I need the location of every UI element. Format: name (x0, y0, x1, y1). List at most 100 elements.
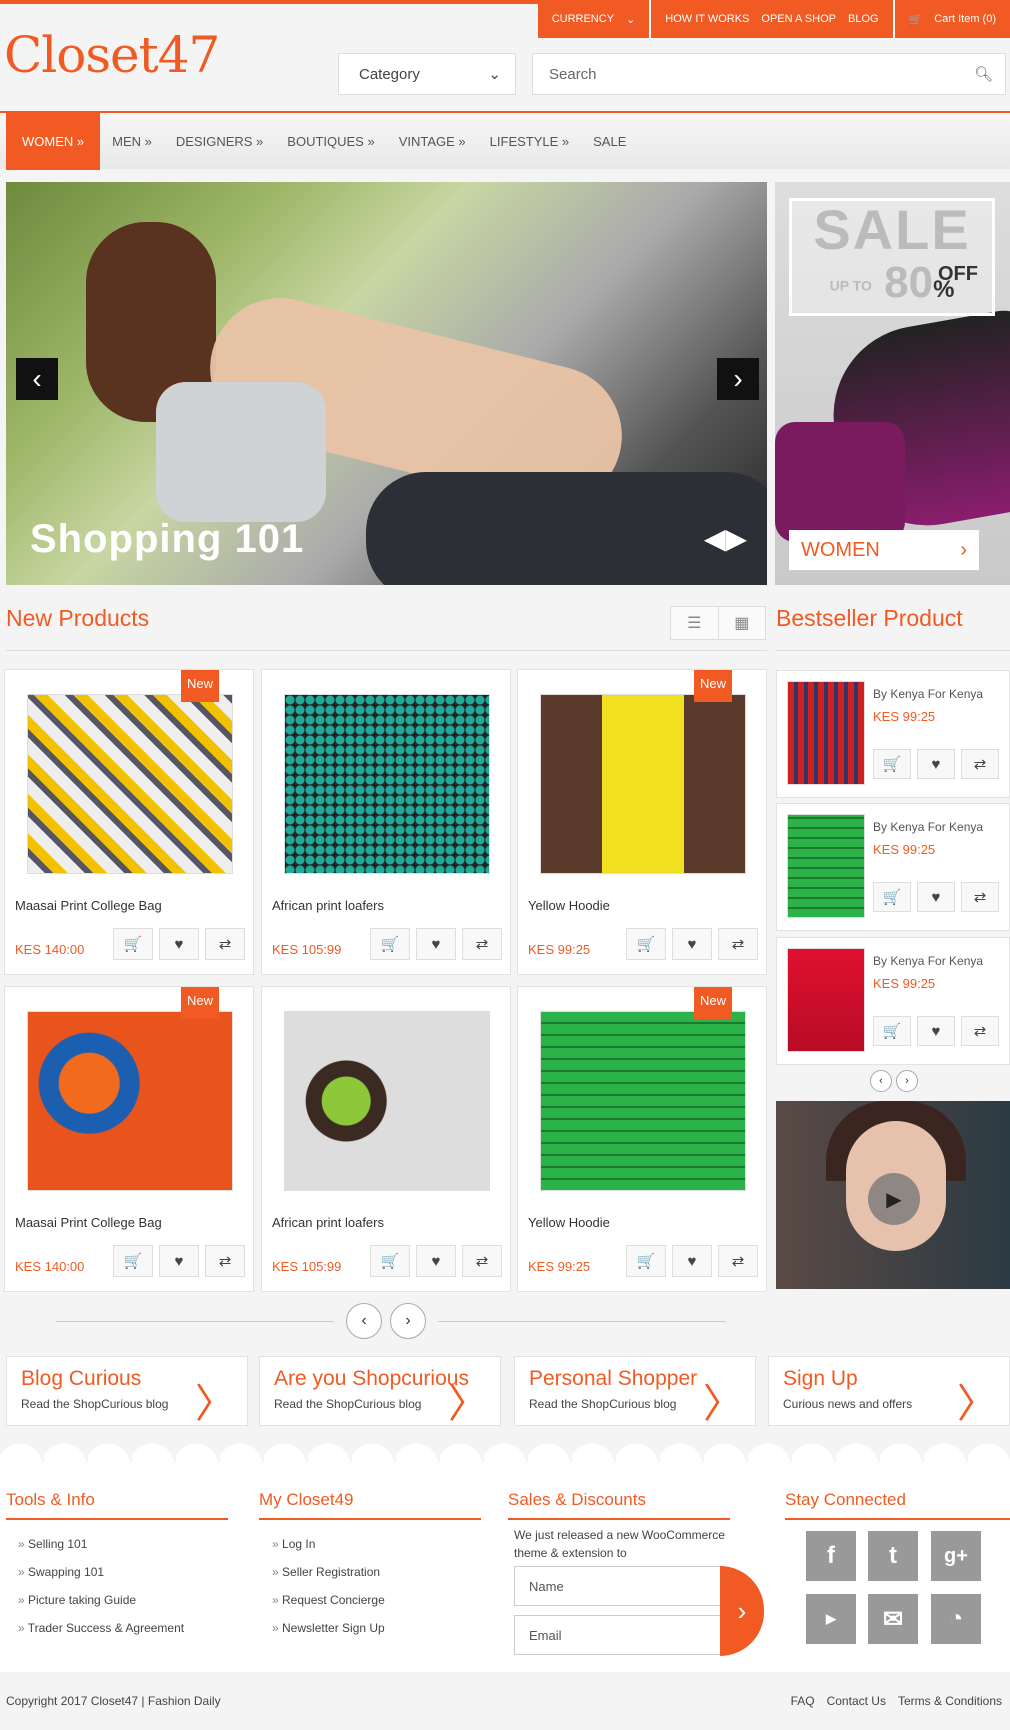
wishlist-heart-icon[interactable]: ♥ (917, 1016, 955, 1046)
footer-link[interactable]: Trader Success & Agreement (18, 1621, 184, 1649)
product-card[interactable]: African print loafers KES 105:99 🛒 ♥ ⇄ (261, 986, 511, 1292)
nav-item-vintage[interactable]: VINTAGE » (387, 112, 478, 170)
compare-icon[interactable]: ⇄ (718, 928, 758, 960)
footer-link[interactable]: Request Concierge (272, 1593, 385, 1621)
footer-link[interactable]: Picture taking Guide (18, 1593, 184, 1621)
compare-icon[interactable]: ⇄ (718, 1245, 758, 1277)
product-image[interactable] (540, 694, 746, 874)
product-name[interactable]: Yellow Hoodie (528, 1215, 610, 1230)
add-to-cart-icon[interactable]: 🛒 (113, 928, 153, 960)
logo[interactable]: Closet47 (4, 26, 220, 84)
slider-arrows-icon[interactable]: ◀▶ (704, 522, 747, 555)
wishlist-heart-icon[interactable]: ♥ (416, 928, 456, 960)
compare-icon[interactable]: ⇄ (961, 882, 999, 912)
add-to-cart-icon[interactable]: 🛒 (873, 882, 911, 912)
promo-blog-curious[interactable]: Blog Curious Read the ShopCurious blog 〉 (6, 1356, 248, 1427)
product-card[interactable]: New Yellow Hoodie KES 99:25 🛒 ♥ ⇄ (517, 669, 767, 975)
name-field[interactable]: Name (514, 1566, 724, 1606)
video-banner[interactable]: ▶ (776, 1101, 1010, 1289)
wishlist-heart-icon[interactable]: ♥ (917, 749, 955, 779)
add-to-cart-icon[interactable]: 🛒 (873, 749, 911, 779)
wishlist-heart-icon[interactable]: ♥ (159, 1245, 199, 1277)
bestseller-vendor[interactable]: By Kenya For Kenya (873, 954, 983, 968)
product-image[interactable] (540, 1011, 746, 1191)
product-card[interactable]: New Maasai Print College Bag KES 140:00 … (4, 986, 254, 1292)
bestseller-image[interactable] (787, 814, 865, 918)
compare-icon[interactable]: ⇄ (462, 1245, 502, 1277)
product-name[interactable]: African print loafers (272, 898, 384, 913)
product-name[interactable]: Yellow Hoodie (528, 898, 610, 913)
footer-link[interactable]: Swapping 101 (18, 1565, 184, 1593)
promo-shopcurious[interactable]: Are you Shopcurious Read the ShopCurious… (259, 1356, 501, 1427)
terms-link[interactable]: Terms & Conditions (898, 1694, 1002, 1708)
product-image[interactable] (27, 694, 233, 874)
grid-view-icon[interactable]: ▦ (717, 607, 766, 639)
wishlist-heart-icon[interactable]: ♥ (917, 882, 955, 912)
bestseller-image[interactable] (787, 948, 865, 1052)
nav-item-lifestyle[interactable]: LIFESTYLE » (478, 112, 581, 170)
compare-icon[interactable]: ⇄ (205, 1245, 245, 1277)
faq-link[interactable]: FAQ (791, 1694, 815, 1708)
cart-button[interactable]: 🛒 Cart Item (0) (892, 0, 1010, 38)
product-card[interactable]: New Yellow Hoodie KES 99:25 🛒 ♥ ⇄ (517, 986, 767, 1292)
nav-item-women[interactable]: WOMEN » (6, 112, 101, 170)
add-to-cart-icon[interactable]: 🛒 (370, 1245, 410, 1277)
promo-sign-up[interactable]: Sign Up Curious news and offers 〉 (768, 1356, 1010, 1427)
nav-item-designers[interactable]: DESIGNERS » (164, 112, 275, 170)
twitter-icon[interactable]: t (868, 1531, 918, 1581)
facebook-icon[interactable]: f (806, 1531, 856, 1581)
list-view-icon[interactable]: ☰ (671, 607, 718, 639)
product-name[interactable]: African print loafers (272, 1215, 384, 1230)
add-to-cart-icon[interactable]: 🛒 (370, 928, 410, 960)
nav-item-men[interactable]: MEN » (100, 112, 164, 170)
add-to-cart-icon[interactable]: 🛒 (626, 1245, 666, 1277)
add-to-cart-icon[interactable]: 🛒 (113, 1245, 153, 1277)
bestseller-item[interactable]: By Kenya For Kenya KES 99:25 🛒 ♥ ⇄ (776, 937, 1010, 1065)
product-image[interactable] (284, 694, 490, 874)
product-card[interactable]: New Maasai Print College Bag KES 140:00 … (4, 669, 254, 975)
product-card[interactable]: African print loafers KES 105:99 🛒 ♥ ⇄ (261, 669, 511, 975)
footer-link[interactable]: Seller Registration (272, 1565, 385, 1593)
products-next-button[interactable]: › (390, 1303, 426, 1339)
wishlist-heart-icon[interactable]: ♥ (159, 928, 199, 960)
youtube-icon[interactable]: ▶ (806, 1594, 856, 1644)
wishlist-heart-icon[interactable]: ♥ (416, 1245, 456, 1277)
play-icon[interactable]: ▶ (868, 1173, 920, 1225)
product-image[interactable] (284, 1011, 490, 1191)
bestseller-next-button[interactable]: › (896, 1070, 918, 1092)
compare-icon[interactable]: ⇄ (961, 749, 999, 779)
rss-icon[interactable]: ◔ (931, 1594, 981, 1644)
wishlist-heart-icon[interactable]: ♥ (672, 928, 712, 960)
compare-icon[interactable]: ⇄ (961, 1016, 999, 1046)
compare-icon[interactable]: ⇄ (462, 928, 502, 960)
nav-item-boutiques[interactable]: BOUTIQUES » (275, 112, 386, 170)
bestseller-item[interactable]: By Kenya For Kenya KES 99:25 🛒 ♥ ⇄ (776, 803, 1010, 931)
wishlist-heart-icon[interactable]: ♥ (672, 1245, 712, 1277)
slider-next-button[interactable]: › (717, 358, 759, 400)
email-icon[interactable]: ✉ (868, 1594, 918, 1644)
footer-link[interactable]: Newsletter Sign Up (272, 1621, 385, 1649)
search-input[interactable]: Search 🔍︎ (532, 53, 1006, 95)
product-image[interactable] (27, 1011, 233, 1191)
bestseller-vendor[interactable]: By Kenya For Kenya (873, 687, 983, 701)
nav-item-sale[interactable]: SALE (581, 112, 638, 170)
footer-link[interactable]: Log In (272, 1537, 385, 1565)
footer-link[interactable]: Selling 101 (18, 1537, 184, 1565)
product-name[interactable]: Maasai Print College Bag (15, 898, 162, 913)
add-to-cart-icon[interactable]: 🛒 (626, 928, 666, 960)
add-to-cart-icon[interactable]: 🛒 (873, 1016, 911, 1046)
open-a-shop-link[interactable]: OPEN A SHOP (761, 13, 836, 25)
bestseller-image[interactable] (787, 681, 865, 785)
promo-personal-shopper[interactable]: Personal Shopper Read the ShopCurious bl… (514, 1356, 756, 1427)
currency-dropdown[interactable]: CURRENCY ⌄ (538, 0, 650, 38)
category-select[interactable]: Category ⌄ (338, 53, 516, 95)
sale-women-button[interactable]: WOMEN › (789, 530, 979, 570)
product-name[interactable]: Maasai Print College Bag (15, 1215, 162, 1230)
sale-banner[interactable]: SALE UP TO 80% OFF WOMEN › (775, 182, 1010, 585)
bestseller-vendor[interactable]: By Kenya For Kenya (873, 820, 983, 834)
email-field[interactable]: Email (514, 1615, 724, 1655)
blog-link[interactable]: BLOG (848, 13, 879, 25)
how-it-works-link[interactable]: HOW IT WORKS (665, 13, 749, 25)
google-plus-icon[interactable]: g+ (931, 1531, 981, 1581)
search-icon[interactable]: 🔍︎ (974, 65, 993, 83)
